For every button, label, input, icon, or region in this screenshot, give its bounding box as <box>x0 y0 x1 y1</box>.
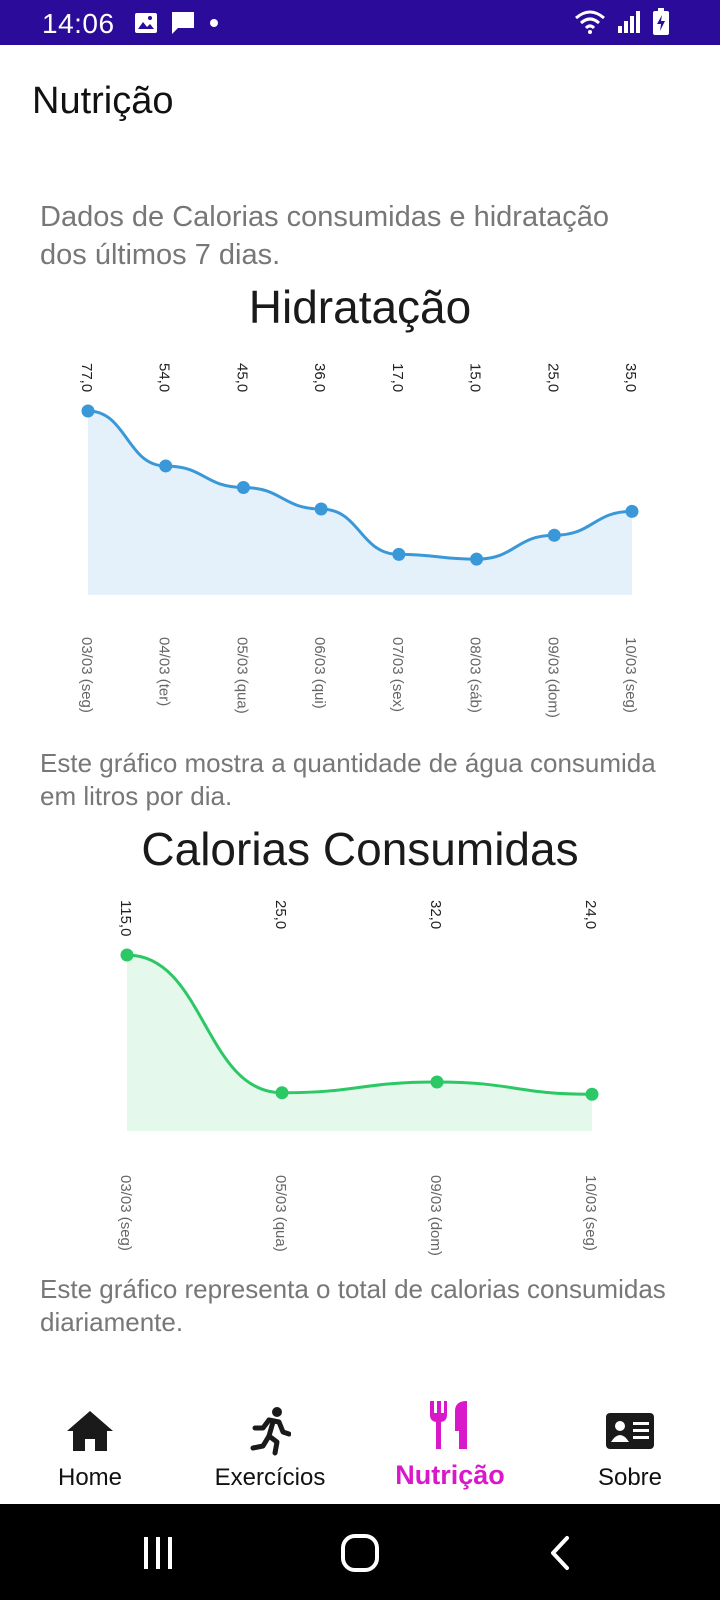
area-fill <box>88 411 632 595</box>
data-value-label: 15,0 <box>467 363 484 392</box>
nav-home[interactable]: Home <box>0 1370 180 1504</box>
x-tick-label: 09/03 (dom) <box>544 637 561 718</box>
data-point <box>585 1087 599 1101</box>
wifi-icon <box>575 10 605 34</box>
running-icon <box>250 1407 291 1456</box>
back-icon <box>551 1536 569 1570</box>
id-card-icon <box>606 1413 654 1449</box>
x-tick-label: 10/03 (seg) <box>582 1175 599 1251</box>
recents-icon <box>144 1537 172 1569</box>
hydration-chart: 77,0 03/03 (seg) 54,0 04/03 (ter) 45,0 05/03 … <box>78 363 639 718</box>
data-value-label: 36,0 <box>311 363 328 392</box>
nav-sobre-label: Sobre <box>597 1464 663 1491</box>
x-tick-label: 07/03 (sex) <box>389 637 406 712</box>
image-icon <box>135 13 157 33</box>
nav-home-label: Home <box>57 1464 123 1491</box>
dot-icon <box>210 19 218 27</box>
intro-text: Dados de Calorias consumidas e hidrataçã… <box>40 201 610 271</box>
nav-sobre[interactable]: Sobre <box>540 1370 720 1504</box>
data-point <box>392 547 406 561</box>
data-point <box>236 480 250 494</box>
data-value-label: 35,0 <box>622 363 639 392</box>
status-system-icons <box>574 8 670 36</box>
x-tick-label: 05/03 (qua) <box>272 1175 289 1252</box>
data-value-label: 54,0 <box>156 363 173 392</box>
system-navigation-bar <box>0 1504 720 1600</box>
status-time: 14:06 <box>42 8 115 39</box>
x-tick-label: 03/03 (seg) <box>117 1175 134 1251</box>
signal-icon <box>618 11 640 33</box>
data-point <box>430 1075 444 1089</box>
x-tick-label: 05/03 (qua) <box>233 637 250 714</box>
utensils-icon <box>430 1401 467 1449</box>
x-tick-label: 08/03 (sáb) <box>467 637 484 713</box>
back-button[interactable] <box>520 1528 600 1578</box>
nav-exercicios[interactable]: Exercícios <box>180 1370 360 1504</box>
status-bar: 14:06 <box>0 0 720 45</box>
home-circle-icon <box>341 1534 379 1572</box>
data-point <box>547 528 561 542</box>
data-point <box>625 504 639 518</box>
x-tick-label: 06/03 (qui) <box>311 637 328 709</box>
calories-chart: 115,0 03/03 (seg) 25,0 05/03 (qua) 32,0 09/03… <box>117 900 599 1256</box>
x-tick-label: 04/03 (ter) <box>156 637 173 706</box>
data-value-label: 24,0 <box>582 900 599 929</box>
data-point <box>314 502 328 516</box>
nav-exercicios-label: Exercícios <box>214 1464 326 1491</box>
nav-nutricao[interactable]: Nutrição <box>360 1370 540 1504</box>
message-icon <box>172 12 194 34</box>
data-point <box>275 1086 289 1100</box>
hydration-chart-title: Hidratação <box>248 281 472 333</box>
recents-button[interactable] <box>118 1528 198 1578</box>
data-point <box>120 948 134 962</box>
bottom-navigation: Home Exercícios Nutrição Sobre <box>0 1370 720 1504</box>
battery-charging-icon <box>653 8 669 35</box>
data-value-label: 32,0 <box>427 900 444 929</box>
data-value-label: 77,0 <box>78 363 95 392</box>
hydration-caption: Este gráfico mostra a quantidade de água… <box>40 748 656 811</box>
calories-chart-title: Calorias Consumidas <box>141 823 579 875</box>
nav-nutricao-label: Nutrição <box>395 1460 505 1490</box>
data-point <box>470 552 484 566</box>
page-title: Nutrição <box>32 80 174 122</box>
calories-caption: Este gráfico representa o total de calor… <box>40 1274 666 1337</box>
x-tick-label: 03/03 (seg) <box>78 637 95 713</box>
data-value-label: 25,0 <box>272 900 289 929</box>
home-system-button[interactable] <box>320 1528 400 1578</box>
data-point <box>159 459 173 473</box>
status-notifications <box>134 10 220 36</box>
data-value-label: 45,0 <box>233 363 250 392</box>
home-icon <box>67 1411 113 1451</box>
data-point <box>81 404 95 418</box>
data-value-label: 17,0 <box>389 363 406 392</box>
x-tick-label: 10/03 (seg) <box>622 637 639 713</box>
area-fill <box>127 955 592 1131</box>
data-value-label: 115,0 <box>117 900 134 936</box>
x-tick-label: 09/03 (dom) <box>427 1175 444 1256</box>
data-value-label: 25,0 <box>544 363 561 392</box>
